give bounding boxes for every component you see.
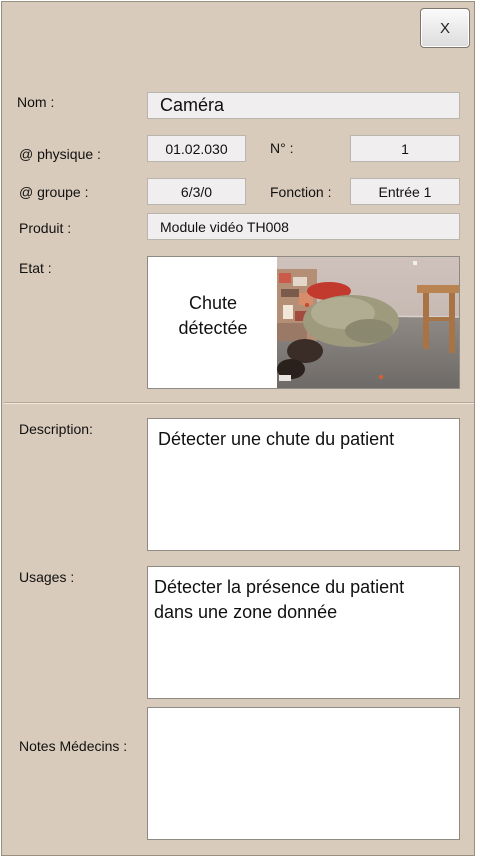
close-label: X [439,19,450,37]
usages-textarea[interactable]: Détecter la présence du patient dans une… [147,566,460,699]
label-notes: Notes Médecins : [19,738,128,754]
section-divider [4,402,474,404]
label-description: Description: [19,421,93,437]
produit-field[interactable]: Module vidéo TH008 [147,213,460,240]
nom-field[interactable]: Caméra [147,92,460,119]
etat-text: Chute détectée [178,293,248,338]
label-physique: @ physique : [19,146,101,162]
label-usages: Usages : [19,569,75,585]
notes-textarea[interactable] [147,707,460,840]
label-groupe: @ groupe : [19,184,89,200]
label-etat: Etat : [19,260,52,276]
camera-fall-image [277,257,459,388]
numero-field[interactable]: 1 [350,135,460,162]
label-produit: Produit : [19,220,72,236]
label-nom: Nom : [17,94,55,110]
description-textarea[interactable]: Détecter une chute du patient [147,418,460,551]
label-numero: N° : [270,140,294,156]
fonction-field[interactable]: Entrée 1 [350,178,460,205]
physique-field[interactable]: 01.02.030 [147,135,246,162]
groupe-field[interactable]: 6/3/0 [147,178,246,205]
device-properties-window: X Nom : Caméra @ physique : 01.02.030 N°… [1,1,475,856]
close-button[interactable]: X [420,8,470,48]
label-fonction: Fonction : [270,184,332,200]
etat-box: Chute détectée [147,256,460,389]
